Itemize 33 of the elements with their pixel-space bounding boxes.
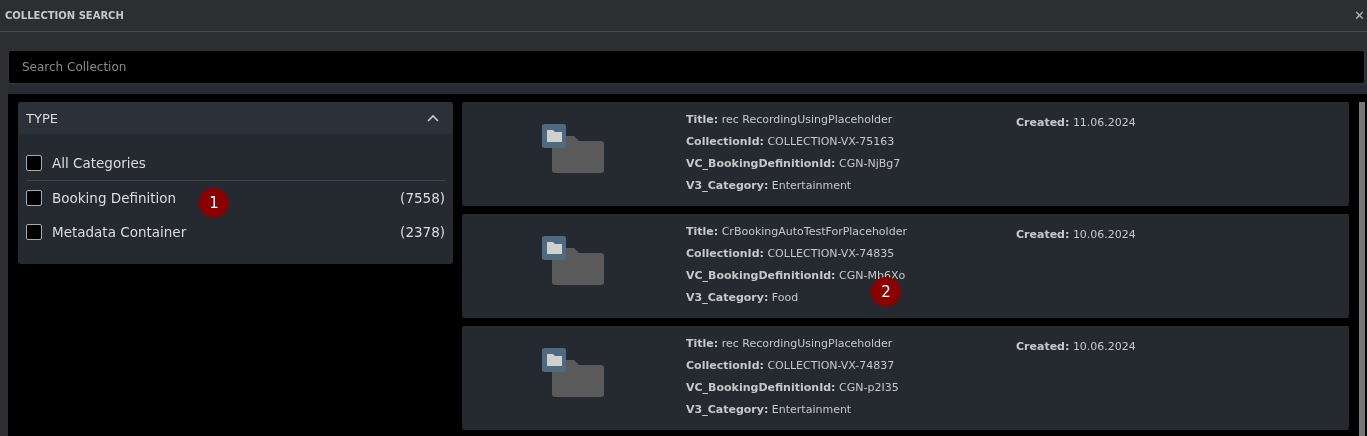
- result-card[interactable]: Title: rec RecordingUsingPlaceholder CollectionId: COLLECTION-VX-74837 VC_BookingDefinitionId: CGN-p2I35 V3_Category: Entertainment Created: 10.06.2024: [462, 326, 1349, 430]
- folder-stack-icon: [542, 348, 606, 398]
- window-title: COLLECTION SEARCH: [5, 10, 124, 21]
- field-text: CollectionId: COLLECTION-VX-74835: [686, 246, 895, 262]
- item-count: (2378): [400, 224, 445, 240]
- created-date: Created: 10.06.2024: [1016, 228, 1136, 241]
- field-text: VC_BookingDefinitionId: CGN-NjBg7: [686, 156, 901, 172]
- checkbox[interactable]: [26, 190, 42, 206]
- field-text: CollectionId: COLLECTION-VX-74837: [686, 358, 895, 374]
- created-date: Created: 10.06.2024: [1016, 340, 1136, 353]
- folder-stack-icon: [542, 236, 606, 286]
- field-text: CollectionId: COLLECTION-VX-75163: [686, 134, 895, 150]
- search-field[interactable]: Search Collection: [8, 50, 1365, 84]
- checkbox[interactable]: [26, 224, 42, 240]
- filter-header[interactable]: TYPE: [18, 102, 453, 134]
- field-text: Title: rec RecordingUsingPlaceholder: [686, 336, 893, 352]
- checkbox[interactable]: [26, 155, 42, 171]
- scrollbar[interactable]: [1359, 102, 1365, 436]
- folder-stack-icon: [542, 124, 606, 174]
- created-date: Created: 11.06.2024: [1016, 116, 1136, 129]
- close-button[interactable]: ✕: [1352, 8, 1367, 23]
- checkbox-label: Metadata Container: [52, 224, 187, 240]
- field-text: Title: CrBookingAutoTestForPlaceholder: [686, 224, 907, 240]
- field-text: Title: rec RecordingUsingPlaceholder: [686, 112, 893, 128]
- field-text: V3_Category: Entertainment: [686, 178, 852, 194]
- field-text: VC_BookingDefinitionId: CGN-p2I35: [686, 380, 899, 396]
- item-count: (7558): [400, 190, 445, 206]
- checkbox-label: Booking Definition: [52, 190, 177, 206]
- checkbox-label: All Categories: [52, 155, 146, 171]
- chevron-icon: [427, 114, 439, 122]
- result-card[interactable]: Title: rec RecordingUsingPlaceholder CollectionId: COLLECTION-VX-75163 VC_BookingDefinitionId: CGN-NjBg7 V3_Category: Entertainment Created: 11.06.2024: [462, 102, 1349, 206]
- field-text: V3_Category: Food: [686, 290, 799, 306]
- field-text: V3_Category: Entertainment: [686, 402, 852, 418]
